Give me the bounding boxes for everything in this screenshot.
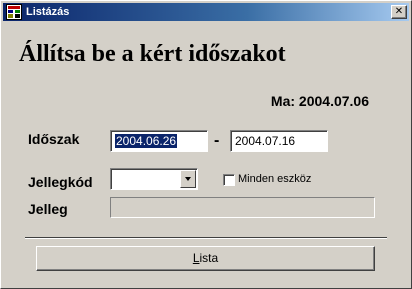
title-bar[interactable]: Listázás ✕ <box>3 3 409 21</box>
date-separator: - <box>214 132 220 149</box>
code-select[interactable] <box>110 168 198 190</box>
code-label: Jellegkód <box>28 174 93 190</box>
date-from-value: 2004.06.26 <box>115 134 178 148</box>
date-from-input[interactable]: 2004.06.26 <box>110 130 208 152</box>
list-button-accelerator: L <box>192 251 200 265</box>
chevron-down-icon[interactable] <box>180 170 196 188</box>
date-to-input[interactable]: 2004.07.16 <box>230 130 328 152</box>
window-title: Listázás <box>26 6 70 18</box>
all-devices-label[interactable]: Minden eszköz <box>238 173 311 185</box>
today-date: Ma: 2004.07.06 <box>270 93 369 109</box>
grid-table-icon <box>6 4 22 20</box>
page-title: Állítsa be a kért időszakot <box>19 41 286 67</box>
close-button[interactable]: ✕ <box>391 5 407 19</box>
date-to-value: 2004.07.16 <box>235 134 296 148</box>
divider <box>25 237 387 239</box>
listing-window: Listázás ✕ Állítsa be a kért időszakot M… <box>0 0 412 289</box>
close-icon: ✕ <box>394 6 404 17</box>
nature-field <box>110 197 375 218</box>
list-button-label: ista <box>199 251 219 265</box>
period-label: Időszak <box>28 131 80 147</box>
nature-label: Jelleg <box>28 201 68 217</box>
list-button[interactable]: Lista <box>36 246 375 271</box>
all-devices-checkbox[interactable] <box>223 174 235 186</box>
